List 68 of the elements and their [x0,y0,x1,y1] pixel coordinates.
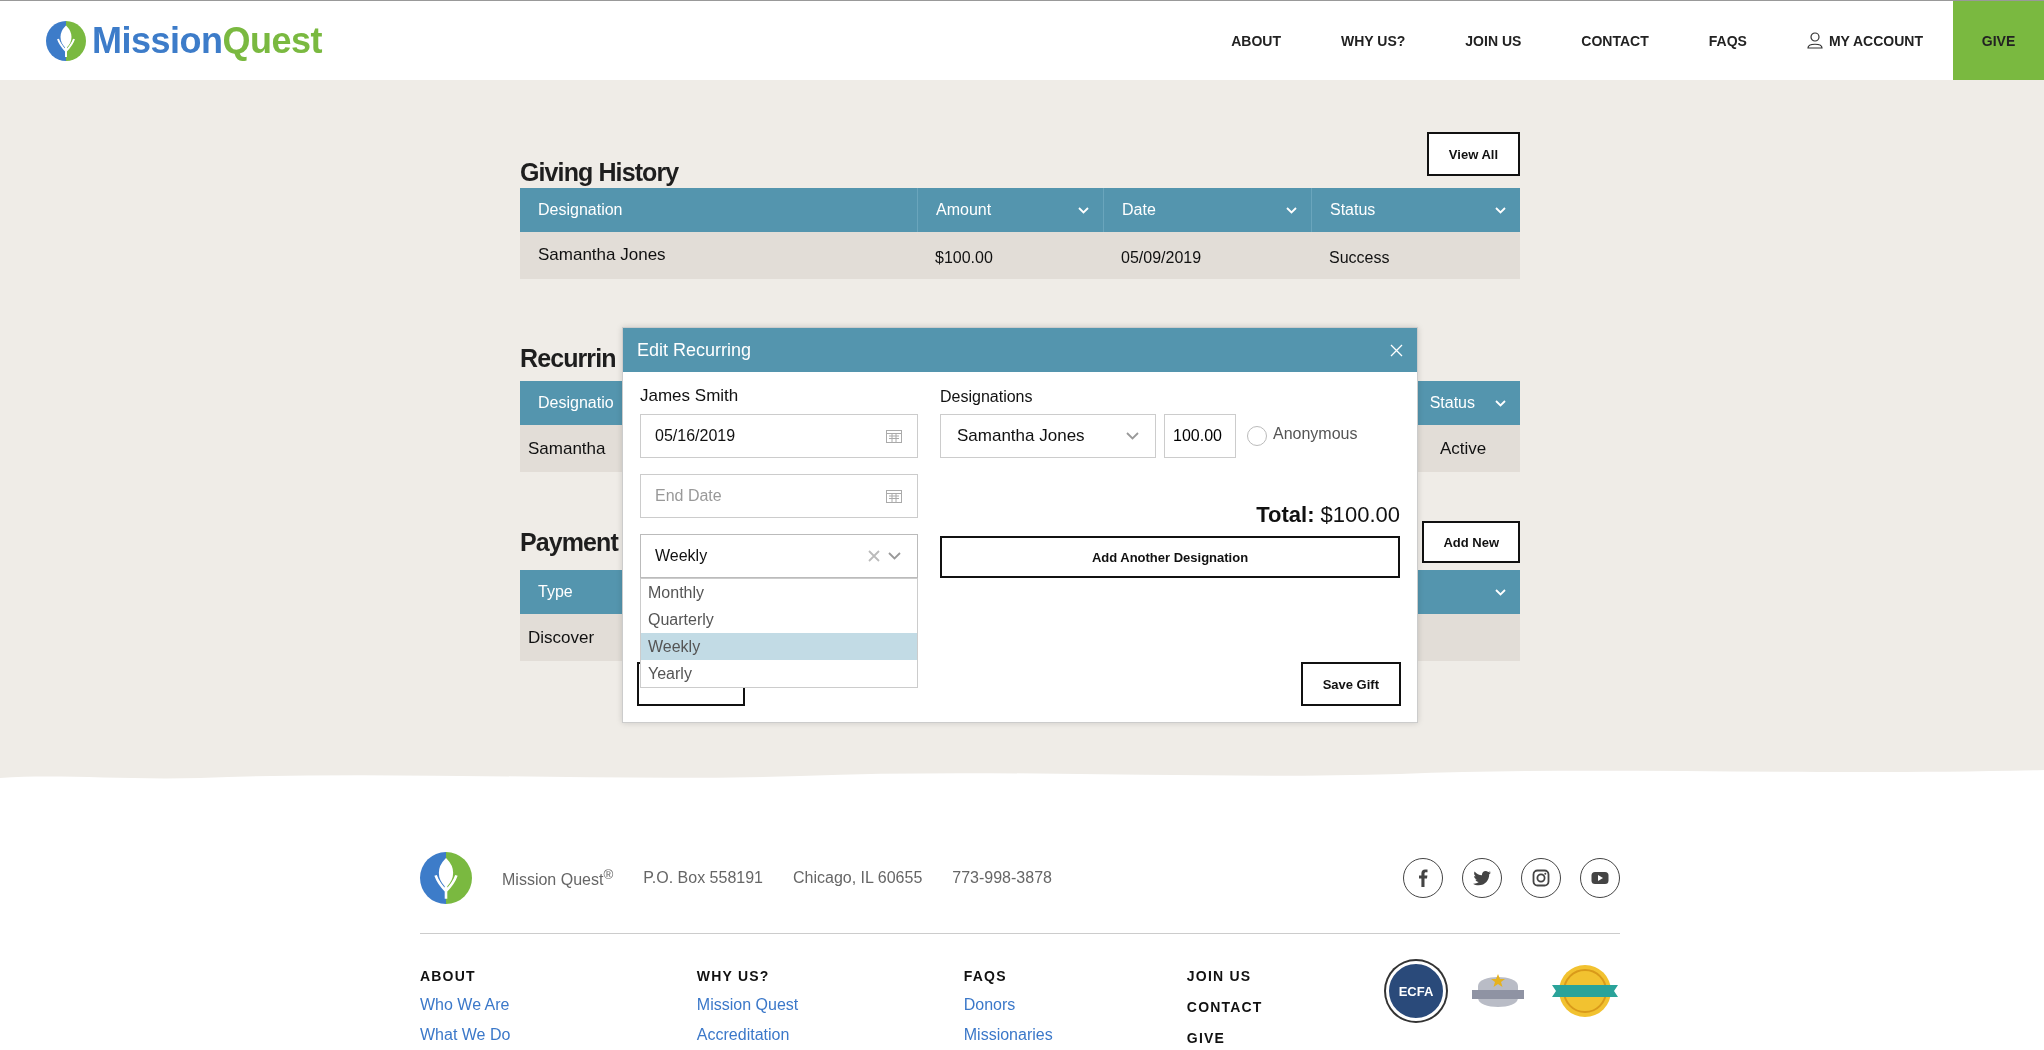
give-button[interactable]: GIVE [1953,1,2044,80]
add-new-button[interactable]: Add New [1422,521,1520,563]
close-icon[interactable] [1390,343,1403,357]
accreditation-badge[interactable]: ECFA [1386,961,1446,1021]
footer-link[interactable]: Mission Quest [696,996,964,1014]
designations-label: Designations [940,388,1034,406]
section-title: Payment [520,527,618,557]
calendar-icon[interactable] [886,489,902,503]
footer-heading[interactable]: CONTACT [1186,999,1386,1015]
footer-link[interactable]: Who We Are [420,996,697,1014]
dropdown-option[interactable]: Monthly [641,579,917,606]
dropdown-option[interactable]: Yearly [641,660,917,687]
contact-info: Chicago, IL 60655 [793,869,923,887]
total-amount: $100.00 [1320,502,1400,528]
section-title: Giving History [520,158,679,187]
table-cell-text: Samantha Jones [537,244,667,265]
table-cell-text: Success [1328,248,1391,267]
calendar-icon[interactable] [886,429,902,443]
dropdown-option[interactable]: Weekly [641,633,917,660]
start-date-field[interactable]: 05/16/2019 [640,414,918,458]
section-title: Recurrin [520,343,616,373]
anonymous-label[interactable]: Anonymous [1273,425,1358,443]
footer-heading[interactable]: WHY US? [696,968,964,984]
contact-info: 773-998-3878 [952,869,1052,887]
chevron-icon[interactable] [1126,432,1139,440]
footer-link[interactable]: Missionaries [963,1026,1187,1044]
footer-link[interactable]: What We Do [420,1026,697,1044]
clear-icon[interactable] [868,550,880,562]
play-icon[interactable] [1580,858,1620,898]
frequency-select[interactable]: Weekly [640,534,918,578]
logo-text[interactable]: MissionQuest [92,19,323,62]
add-designation-button[interactable]: Add Another Designation [940,536,1400,578]
dialog-title: Edit Recurring [637,339,752,361]
contact-info: P.O. Box 558191 [643,869,763,887]
organization-name: Mission Quest$^{®}$ [502,866,614,890]
camera-icon[interactable] [1521,858,1561,898]
medal-badge-icon[interactable] [1550,963,1620,1019]
footer-heading[interactable]: FAQS [963,968,1187,984]
nav-link[interactable]: FAQS [1678,32,1777,49]
footer-heading[interactable]: ABOUT [420,968,697,984]
save-button[interactable]: Save Gift [1300,662,1401,706]
nav-link[interactable]: WHY US? [1311,32,1436,49]
table-cell-text: Samantha [527,438,606,459]
view-all-button[interactable]: View All [1426,132,1520,176]
nav-link[interactable]: JOIN US [1435,32,1552,49]
designation-select[interactable]: Samantha Jones [940,414,1156,458]
footer-link[interactable]: Accreditation [696,1026,964,1044]
footer-link[interactable]: Donors [963,996,1187,1014]
donor-name: James Smith [640,386,740,406]
total-label: Total: [1256,502,1315,528]
table-cell-text: Active [1440,438,1488,459]
table-cell-text: 05/09/2019 [1120,248,1203,267]
chevron-icon[interactable] [888,552,901,560]
nav-link[interactable]: ABOUT [1201,32,1311,49]
nav-link[interactable]: CONTACT [1551,32,1679,49]
logo-icon [420,852,472,904]
table-cell-text: Discover [527,627,595,648]
footer-heading[interactable]: JOIN US [1186,968,1386,984]
footer-heading[interactable]: GIVE [1186,1030,1386,1046]
account-link[interactable]: MY ACCOUNT [1776,32,1953,49]
dropdown-option[interactable]: Quarterly [641,606,917,633]
logo-icon [46,20,86,61]
bird-icon[interactable] [1462,858,1502,898]
end-date-field[interactable]: End Date [640,474,918,518]
amount-field[interactable]: 100.00 [1164,414,1236,458]
facebook-icon[interactable] [1403,858,1443,898]
table-cell-text: $100.00 [934,248,994,267]
user-icon[interactable] [1806,32,1823,49]
